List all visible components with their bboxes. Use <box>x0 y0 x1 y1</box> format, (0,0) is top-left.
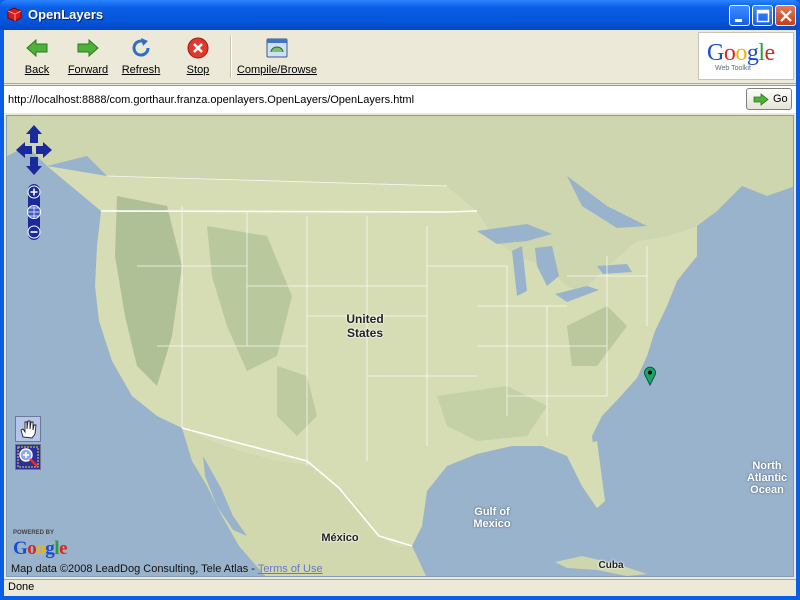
window-client: Back Forward Refresh Stop Compile/Browse… <box>4 30 796 596</box>
minimize-icon <box>735 19 742 22</box>
back-label: Back <box>24 64 50 76</box>
address-input[interactable] <box>8 91 738 109</box>
minimize-button[interactable] <box>729 5 750 26</box>
powered-by-text: POWERED BY <box>13 530 55 536</box>
close-icon <box>780 10 792 22</box>
toolbar-divider <box>4 83 796 84</box>
label-gulf-of-mexico: Gulf of Mexico <box>459 506 525 530</box>
refresh-button[interactable]: Refresh <box>120 36 162 80</box>
label-united-states-line2: States <box>346 326 384 340</box>
compile-browse-button[interactable]: Compile/Browse <box>236 36 318 80</box>
pan-down-button[interactable] <box>26 157 42 175</box>
pan-zoom-control <box>16 125 52 240</box>
navigation-toolbar <box>15 416 43 472</box>
address-bar: Go <box>4 85 796 113</box>
forward-button[interactable]: Forward <box>66 36 110 80</box>
window-title: OpenLayers <box>28 7 104 22</box>
back-button[interactable]: Back <box>22 36 52 80</box>
gwt-logo-subtitle: Web Toolkit <box>715 65 751 72</box>
zoom-in-button[interactable] <box>27 185 41 199</box>
map-basemap <box>7 116 793 576</box>
go-button[interactable]: Go <box>746 88 792 110</box>
zoom-box-tool-button[interactable] <box>15 444 41 470</box>
toolbar-separator <box>230 36 232 78</box>
app-icon <box>7 7 22 22</box>
maximize-button[interactable] <box>752 5 773 26</box>
forward-arrow-icon <box>77 38 99 58</box>
zoom-box-icon <box>17 446 39 468</box>
label-united-states: United States <box>325 312 405 340</box>
hand-icon <box>20 420 37 439</box>
label-gulf-line2: Mexico <box>473 518 511 530</box>
status-text: Done <box>8 581 35 593</box>
terms-of-use-link[interactable]: Terms of Use <box>258 563 323 575</box>
pan-left-button[interactable] <box>16 142 32 158</box>
maximize-icon <box>756 9 770 23</box>
label-north-atlantic-ocean: North Atlantic Ocean <box>741 460 793 496</box>
gwt-logo-word: Google <box>707 40 775 66</box>
pan-up-button[interactable] <box>26 125 42 143</box>
attribution-text: Map data ©2008 LeadDog Consulting, Tele … <box>11 563 258 575</box>
stop-icon <box>187 37 209 59</box>
go-label: Go <box>773 93 788 105</box>
powered-by-google-logo: Google <box>13 538 67 559</box>
label-mexico: México <box>321 532 359 544</box>
refresh-label: Refresh <box>121 64 161 76</box>
label-cuba: Cuba <box>598 560 624 571</box>
stop-label: Stop <box>186 64 210 76</box>
label-ocean-line1: North <box>752 460 782 472</box>
label-united-states-line1: United <box>346 312 384 326</box>
compile-browse-label: Compile/Browse <box>236 64 318 76</box>
compile-browse-icon <box>266 38 288 58</box>
pan-tool-button[interactable] <box>15 416 41 442</box>
title-bar[interactable]: OpenLayers <box>0 0 800 30</box>
map-marker-pin[interactable] <box>643 366 657 386</box>
pan-right-button[interactable] <box>36 142 52 158</box>
label-gulf-line1: Gulf of <box>474 506 510 518</box>
label-ocean-line2: Atlantic <box>746 472 788 484</box>
back-arrow-icon <box>26 38 48 58</box>
gwt-logo: Google Web Toolkit <box>698 32 794 80</box>
toolbar: Back Forward Refresh Stop Compile/Browse… <box>4 30 796 82</box>
close-button[interactable] <box>775 5 796 26</box>
zoom-out-button[interactable] <box>27 225 41 239</box>
label-ocean-line3: Ocean <box>750 484 784 496</box>
status-bar: Done <box>4 579 796 596</box>
stop-button[interactable]: Stop <box>184 36 212 80</box>
zoom-world-button[interactable] <box>27 205 41 219</box>
go-arrow-icon <box>753 93 769 106</box>
browser-window: OpenLayers Back Forward Refresh Stop Com… <box>0 0 800 600</box>
map-attribution: Map data ©2008 LeadDog Consulting, Tele … <box>11 563 323 575</box>
forward-label: Forward <box>67 64 109 76</box>
map-viewport[interactable]: United States Gulf of Mexico North Atlan… <box>6 115 794 577</box>
refresh-icon <box>132 38 150 57</box>
powered-by-google[interactable]: POWERED BY Google <box>11 530 77 560</box>
